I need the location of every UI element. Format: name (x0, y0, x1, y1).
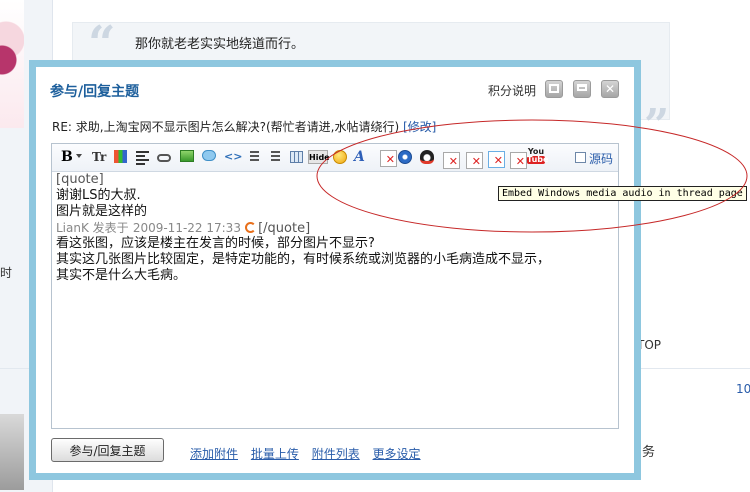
qq-icon[interactable] (420, 150, 434, 164)
editor-line: 图片就是这样的 (56, 204, 148, 219)
batch-upload-link[interactable]: 批量上传 (251, 447, 299, 461)
footer-links: 添加附件 批量上传 附件列表 更多设定 (190, 445, 430, 462)
sidebar-text-fragment: 时 (0, 266, 13, 280)
quote-author: LianK 发表于 (56, 221, 129, 235)
youtube-icon[interactable]: You Tube (527, 148, 548, 165)
edit-subject-link[interactable]: [修改] (403, 120, 436, 134)
background-text-fragment: 务 (642, 445, 656, 460)
quote-close-icon: ” (644, 100, 670, 151)
close-button[interactable]: ✕ (601, 80, 619, 98)
ordered-list-icon[interactable] (247, 149, 259, 165)
add-attachment-link[interactable]: 添加附件 (190, 447, 238, 461)
broken-image-icon[interactable]: ✕ (488, 151, 505, 168)
broken-image-icon[interactable]: ✕ (380, 150, 397, 167)
chevron-down-icon[interactable] (76, 154, 82, 158)
toolbar-tooltip: Embed Windows media audio in thread page (498, 186, 747, 201)
close-icon: ✕ (604, 82, 616, 96)
broken-image-icon[interactable]: ✕ (443, 152, 460, 169)
quote-icon[interactable] (202, 150, 216, 161)
background-count: 10 (736, 382, 750, 396)
editor-quote-meta: LianK 发表于 2009-11-22 17:33 [/quote] (56, 220, 616, 236)
bold-icon[interactable]: B (61, 149, 73, 165)
modal-title: 参与/回复主题 (50, 84, 140, 100)
image-icon[interactable] (180, 150, 194, 162)
broken-image-icon[interactable]: ✕ (466, 152, 483, 169)
attachment-list-link[interactable]: 附件列表 (312, 447, 360, 461)
editor-line: 其实不是什么大毛病。 (56, 268, 187, 283)
refresh-icon (245, 222, 257, 233)
smiley-icon[interactable] (333, 150, 347, 164)
submit-reply-button[interactable]: 参与/回复主题 (51, 438, 164, 462)
subject-line: RE: 求助,上淘宝网不显示图片怎么解决?(帮忙者请进,水帖请绕行) [修改] (52, 118, 436, 135)
quote-time: 2009-11-22 17:33 (132, 221, 241, 235)
link-icon[interactable] (157, 154, 171, 162)
more-settings-link[interactable]: 更多设定 (373, 447, 421, 461)
maximize-icon (577, 84, 587, 91)
code-icon[interactable]: <> (224, 149, 242, 165)
background-quote-text: 那你就老老实实地绕道而行。 (135, 37, 305, 52)
broken-image-icon[interactable]: ✕ (510, 152, 527, 169)
source-mode-checkbox[interactable] (575, 152, 586, 163)
hide-icon[interactable]: Hide (308, 150, 330, 164)
align-icon[interactable] (136, 149, 149, 165)
avatar (0, 414, 24, 490)
avatar (0, 0, 24, 128)
editor-line: 看这张图，应该是楼主在发言的时候，部分图片不显示? (56, 236, 375, 251)
credits-help-link[interactable]: 积分说明 (488, 82, 536, 99)
minimize-icon (549, 84, 559, 93)
maximize-button[interactable] (573, 80, 591, 98)
editor-line: 其实这几张图片比较固定，是特定功能的，有时候系统或浏览器的小毛病造成不显示， (56, 252, 551, 267)
subject-text: RE: 求助,上淘宝网不显示图片怎么解决?(帮忙者请进,水帖请绕行) (52, 120, 400, 134)
color-icon[interactable] (114, 150, 127, 163)
quote-end-tag: [/quote] (258, 221, 311, 236)
source-mode-label[interactable]: 源码 (589, 150, 613, 167)
minimize-button[interactable] (545, 80, 563, 98)
font-icon[interactable]: Tr (92, 149, 106, 165)
table-icon[interactable] (290, 151, 303, 163)
font-style-icon[interactable]: A (354, 149, 365, 165)
compass-icon[interactable] (398, 150, 412, 164)
unordered-list-icon[interactable] (268, 149, 280, 165)
